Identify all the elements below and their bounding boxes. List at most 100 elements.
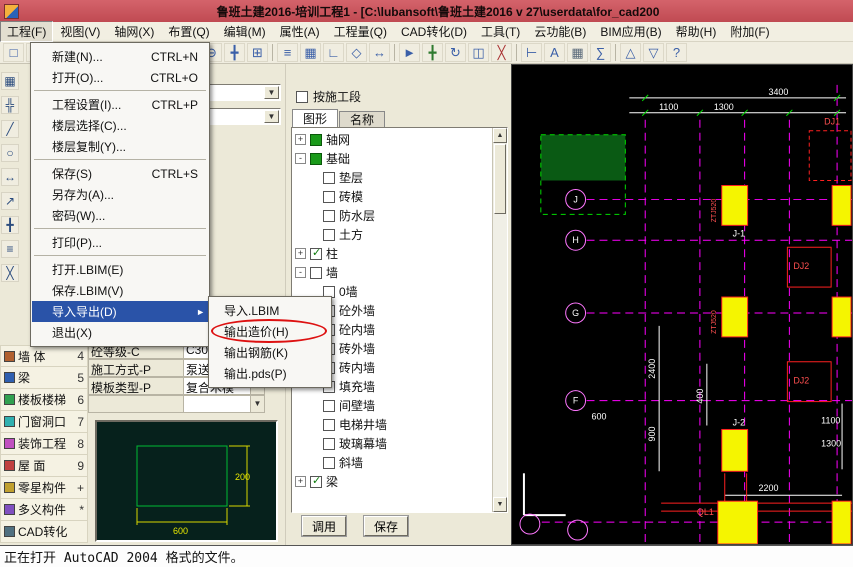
file-menu-item[interactable]: 退出(X) bbox=[32, 322, 208, 343]
by-section-checkbox[interactable]: 按施工段 bbox=[296, 88, 361, 105]
menubar-item[interactable]: 轴网(X) bbox=[107, 21, 161, 42]
tree-checkbox[interactable] bbox=[310, 133, 322, 146]
menubar-item[interactable]: 编辑(M) bbox=[217, 21, 273, 42]
category-item[interactable]: 楼板楼梯 6 bbox=[0, 389, 88, 411]
view-icon[interactable]: △ bbox=[620, 43, 641, 62]
submenu-item[interactable]: 输出钢筋(K) bbox=[210, 342, 330, 363]
plus-expand-icon[interactable]: + bbox=[295, 134, 306, 145]
menubar-item[interactable]: 工程量(Q) bbox=[327, 21, 394, 42]
category-item[interactable]: 零星构件 + bbox=[0, 477, 88, 499]
submenu-item-export-cost[interactable]: 输出造价(H) bbox=[210, 321, 330, 342]
help-icon[interactable]: ? bbox=[666, 43, 687, 62]
save-scheme-button[interactable]: 保存 bbox=[364, 516, 408, 536]
tree-checkbox[interactable] bbox=[310, 246, 322, 260]
cross-tool-icon[interactable]: ╋ bbox=[1, 216, 19, 234]
layers-icon[interactable]: ≡ bbox=[277, 43, 298, 62]
category-item[interactable]: 屋 面 9 bbox=[0, 455, 88, 477]
diagonal-line-icon[interactable]: ╱ bbox=[1, 120, 19, 138]
move-icon[interactable]: ╋ bbox=[422, 43, 443, 62]
grid-icon[interactable]: ▦ bbox=[300, 43, 321, 62]
text-icon[interactable]: A bbox=[544, 43, 565, 62]
scroll-up-icon[interactable]: ▲ bbox=[493, 128, 507, 143]
tree-checkbox[interactable] bbox=[323, 456, 335, 469]
tree-item[interactable]: 玻璃幕墙 bbox=[295, 434, 491, 453]
circle-tool-icon[interactable]: ○ bbox=[1, 144, 19, 162]
plus-expand-icon[interactable]: + bbox=[295, 248, 306, 259]
layers-tool-icon[interactable]: ≡ bbox=[1, 240, 19, 258]
submenu-item[interactable]: 导入.LBIM bbox=[210, 300, 330, 321]
table-icon[interactable]: ▦ bbox=[567, 43, 588, 62]
category-item[interactable]: 墙 体 4 bbox=[0, 345, 88, 367]
menubar-item[interactable]: 工具(T) bbox=[474, 21, 527, 42]
dimension-icon[interactable]: ⊢ bbox=[521, 43, 542, 62]
tree-item[interactable]: 电梯井墙 bbox=[295, 415, 491, 434]
tree-item[interactable]: 防水层 bbox=[295, 206, 491, 225]
chevron-down-icon[interactable]: ▼ bbox=[264, 110, 279, 123]
file-menu-item[interactable]: 导入导出(D) ► bbox=[32, 301, 208, 322]
tree-checkbox[interactable] bbox=[310, 266, 322, 279]
select-icon[interactable]: ► bbox=[399, 43, 420, 62]
file-menu-item[interactable]: 另存为(A)... bbox=[32, 184, 208, 205]
tree-checkbox[interactable] bbox=[310, 474, 322, 488]
category-item[interactable]: 多义构件 * bbox=[0, 499, 88, 521]
tree-checkbox[interactable] bbox=[310, 152, 322, 165]
file-menu-item[interactable]: 新建(N)... CTRL+N bbox=[32, 46, 208, 67]
tree-item[interactable]: -墙 bbox=[295, 263, 491, 282]
file-menu-item[interactable]: 楼层复制(Y)... bbox=[32, 136, 208, 157]
tree-checkbox[interactable] bbox=[323, 228, 335, 241]
menubar-item[interactable]: CAD转化(D) bbox=[394, 21, 474, 42]
tree-tab[interactable]: 名称 bbox=[339, 111, 385, 128]
cad-viewport[interactable]: J H G F 1100 1300 3400 DJ1 J-1 DJ2 DJ2 J-2 2200 1100 1… bbox=[511, 64, 853, 545]
mirror-icon[interactable]: ◫ bbox=[468, 43, 489, 62]
calc-icon[interactable]: ∑ bbox=[590, 43, 611, 62]
chevron-down-icon[interactable]: ▼ bbox=[250, 396, 264, 412]
chevron-down-icon[interactable]: ▼ bbox=[264, 86, 279, 99]
menubar-item[interactable]: 附加(F) bbox=[723, 21, 776, 42]
filter-icon[interactable]: ▽ bbox=[643, 43, 664, 62]
file-menu-item[interactable]: 楼层选择(C)... bbox=[32, 115, 208, 136]
tree-checkbox[interactable] bbox=[323, 209, 335, 222]
file-menu-item[interactable]: 密码(W)... bbox=[32, 205, 208, 226]
tree-checkbox[interactable] bbox=[323, 399, 335, 412]
tree-item[interactable]: 土方 bbox=[295, 225, 491, 244]
file-menu-item[interactable]: 工程设置(I)... CTRL+P bbox=[32, 94, 208, 115]
minus-expand-icon[interactable]: - bbox=[295, 267, 306, 278]
tree-item[interactable]: - 基础 bbox=[295, 149, 491, 168]
menubar-item[interactable]: 属性(A) bbox=[273, 21, 327, 42]
property-value[interactable]: ▼ bbox=[183, 395, 265, 413]
tree-item[interactable]: 间壁墙 bbox=[295, 396, 491, 415]
minus-expand-icon[interactable]: - bbox=[295, 153, 306, 164]
measure-icon[interactable]: ↔ bbox=[369, 43, 390, 62]
scrollbar-thumb[interactable] bbox=[494, 144, 506, 214]
tree-item[interactable]: 垫层 bbox=[295, 168, 491, 187]
ortho-icon[interactable]: ∟ bbox=[323, 43, 344, 62]
zoom-window-icon[interactable]: ⊞ bbox=[247, 43, 268, 62]
menubar-item[interactable]: 布置(Q) bbox=[161, 21, 216, 42]
category-item[interactable]: 门窗洞口 7 bbox=[0, 411, 88, 433]
category-item[interactable]: 梁5 bbox=[0, 367, 88, 389]
invoke-button[interactable]: 调用 bbox=[302, 516, 346, 536]
tree-checkbox[interactable] bbox=[323, 418, 335, 431]
category-item[interactable]: CAD转化 bbox=[0, 521, 88, 543]
erase-tool-icon[interactable]: ╳ bbox=[1, 264, 19, 282]
category-item[interactable]: 装饰工程 8 bbox=[0, 433, 88, 455]
file-menu-item[interactable]: 保存.LBIM(V) bbox=[32, 280, 208, 301]
plus-expand-icon[interactable]: + bbox=[295, 476, 306, 487]
tree-checkbox[interactable] bbox=[323, 171, 335, 184]
menubar-item[interactable]: 帮助(H) bbox=[669, 21, 724, 42]
checkbox-icon[interactable] bbox=[296, 90, 308, 103]
tree-item[interactable]: + 轴网 bbox=[295, 130, 491, 149]
file-menu-item[interactable]: 打开(O)... CTRL+O bbox=[32, 67, 208, 88]
delete-icon[interactable]: ╳ bbox=[491, 43, 512, 62]
menubar-item[interactable]: BIM应用(B) bbox=[593, 21, 668, 42]
snap-icon[interactable]: ◇ bbox=[346, 43, 367, 62]
axis-line-icon[interactable]: ╬ bbox=[1, 96, 19, 114]
menubar-item[interactable]: 视图(V) bbox=[53, 21, 107, 42]
tree-checkbox[interactable] bbox=[323, 437, 335, 450]
tree-item[interactable]: 砖模 bbox=[295, 187, 491, 206]
file-menu-item[interactable]: 打开.LBIM(E) bbox=[32, 259, 208, 280]
tree-item[interactable]: +梁 bbox=[295, 472, 491, 491]
axis-grid-icon[interactable]: ▦ bbox=[1, 72, 19, 90]
menubar-item[interactable]: 云功能(B) bbox=[527, 21, 593, 42]
new-file-icon[interactable]: □ bbox=[3, 43, 24, 62]
